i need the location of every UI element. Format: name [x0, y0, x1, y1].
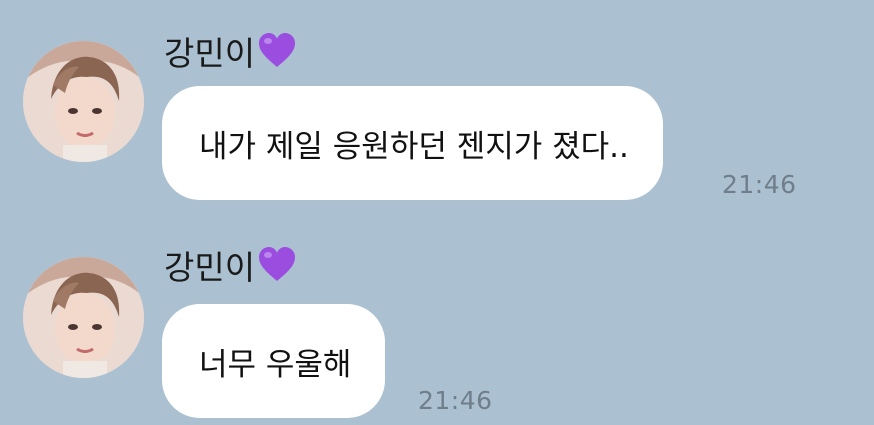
purple-heart-icon: [257, 245, 297, 285]
sender-name-text: 강민이: [164, 248, 256, 287]
avatar[interactable]: [23, 257, 144, 378]
sender-name-text: 강민이: [164, 34, 256, 73]
avatar-photo: [23, 257, 144, 378]
message-timestamp: 21:46: [722, 170, 797, 199]
avatar-photo: [23, 41, 144, 162]
message-text: 내가 제일 응원하던 젠지가 졌다..: [199, 128, 629, 165]
sender-name: 강민이: [164, 29, 297, 73]
message-bubble[interactable]: 내가 제일 응원하던 젠지가 졌다..: [162, 86, 663, 200]
message-timestamp: 21:46: [418, 386, 493, 415]
avatar[interactable]: [23, 41, 144, 162]
chat-room: 강민이 내가 제일 응원하던 젠지가 졌다.. 21:46 강민이 너무 우울해…: [0, 0, 874, 425]
message-text: 너무 우울해: [199, 346, 352, 383]
sender-name: 강민이: [164, 243, 297, 287]
message-bubble[interactable]: 너무 우울해: [162, 304, 386, 418]
purple-heart-icon: [257, 31, 297, 71]
